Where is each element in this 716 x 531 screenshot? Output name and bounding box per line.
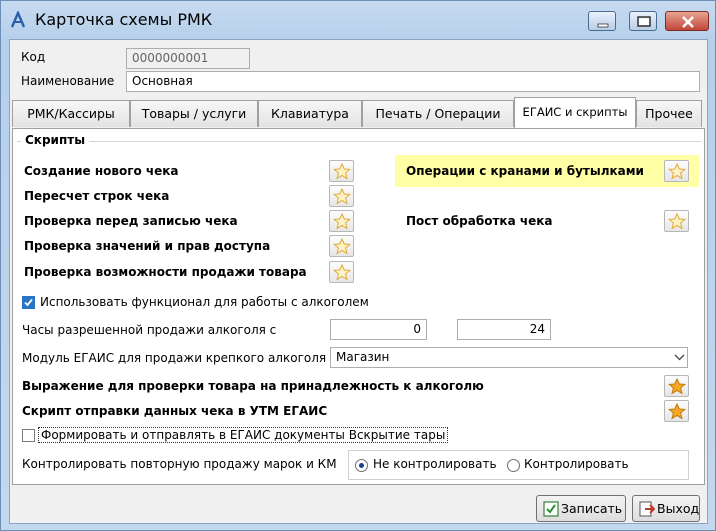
name-field[interactable]: Основная (126, 71, 700, 92)
script-label-recalc-rows: Пересчет строк чека (24, 189, 170, 203)
tab-egais-scripts[interactable]: ЕГАИС и скрипты (514, 97, 636, 128)
maximize-button[interactable] (629, 11, 657, 31)
radio-no-control-label: Не контролировать (373, 457, 497, 471)
alcohol-expression-button[interactable] (664, 375, 689, 397)
star-icon (333, 188, 351, 205)
use-alcohol-label: Использовать функционал для работы с алк… (40, 295, 369, 309)
control-resale-label: Контролировать повторную продажу марок и… (22, 457, 337, 471)
form-body: Код 0000000001 Наименование Основная РМК… (9, 39, 708, 524)
star-icon (333, 213, 351, 230)
star-icon (333, 238, 351, 255)
tab-goods-services[interactable]: Товары / услуги (130, 100, 258, 127)
tab-keyboard[interactable]: Клавиатура (258, 100, 362, 127)
radio-selected-dot (359, 463, 364, 468)
minimize-button[interactable] (588, 11, 616, 31)
code-field[interactable]: 0000000001 (126, 48, 250, 69)
tab-print-operations[interactable]: Печать / Операции (362, 100, 514, 127)
script-post-processing-button[interactable] (664, 210, 689, 232)
script-label-sale-possibility: Проверка возможности продажи товара (24, 265, 307, 279)
utm-script-button[interactable] (664, 400, 689, 422)
alcohol-hours-to-field[interactable]: 24 (457, 319, 551, 340)
star-icon (333, 264, 351, 281)
scripts-group-title: Скрипты (21, 133, 90, 147)
script-check-access-button[interactable] (329, 235, 354, 257)
use-alcohol-checkbox[interactable] (22, 296, 35, 309)
script-recalc-rows-button[interactable] (329, 185, 354, 207)
exit-button[interactable]: Выход (632, 495, 700, 522)
star-icon (668, 403, 686, 420)
script-label-taps-bottles: Операции с кранами и бутылками (406, 164, 644, 178)
egais-module-label: Модуль ЕГАИС для продажи крепкого алкого… (22, 351, 327, 365)
exit-icon (639, 501, 655, 517)
save-button[interactable]: Записать (536, 495, 626, 522)
close-button[interactable] (665, 11, 709, 31)
script-label-check-access: Проверка значений и прав доступа (24, 239, 271, 253)
save-button-label: Записать (561, 501, 623, 516)
close-icon (682, 16, 694, 28)
tab-bar: РМК/Кассиры Товары / услуги Клавиатура П… (12, 97, 706, 128)
radio-no-control[interactable] (355, 459, 368, 472)
alcohol-expression-label: Выражение для проверки товара на принадл… (22, 379, 484, 393)
script-sale-possibility-button[interactable] (329, 261, 354, 283)
star-icon (668, 378, 686, 395)
egais-module-value: Магазин (336, 350, 390, 364)
maximize-icon (637, 16, 651, 27)
group-divider (17, 141, 701, 142)
script-label-post-processing: Пост обработка чека (406, 214, 553, 228)
star-icon (668, 213, 686, 230)
alcohol-hours-from-field[interactable]: 0 (330, 319, 427, 340)
script-before-save-button[interactable] (329, 210, 354, 232)
code-label: Код (21, 50, 46, 64)
save-icon (543, 501, 559, 517)
checkmark-icon (24, 298, 33, 307)
container-opening-checkbox[interactable] (22, 429, 35, 442)
minimize-icon (597, 23, 609, 28)
egais-module-select[interactable]: Магазин (330, 347, 688, 368)
container-opening-label: Формировать и отправлять в ЕГАИС докумен… (38, 427, 449, 443)
star-icon (333, 163, 351, 180)
window-title: Карточка схемы РМК (35, 10, 213, 29)
tab-rmk-cashiers[interactable]: РМК/Кассиры (12, 100, 130, 127)
control-resale-radio-group: Не контролировать Контролировать (348, 450, 689, 480)
tab-other[interactable]: Прочее (636, 100, 702, 127)
window: Карточка схемы РМК Код 0000000001 Наимен… (0, 0, 716, 531)
dropdown-button[interactable] (670, 348, 687, 367)
exit-button-label: Выход (657, 501, 700, 516)
script-taps-bottles-button[interactable] (664, 160, 689, 182)
radio-control-label: Контролировать (524, 457, 629, 471)
chevron-down-icon (674, 354, 685, 361)
title-bar[interactable]: Карточка схемы РМК (1, 1, 715, 39)
star-icon (668, 163, 686, 180)
script-label-before-save: Проверка перед записью чека (24, 214, 238, 228)
name-label: Наименование (21, 74, 115, 88)
script-new-check-button[interactable] (329, 160, 354, 182)
script-label-new-check: Создание нового чека (24, 164, 179, 178)
app-logo-icon (10, 11, 26, 28)
alcohol-hours-label: Часы разрешенной продажи алкоголя с (22, 323, 277, 337)
tab-panel-egais-scripts: Скрипты Создание нового чека Пересчет ст… (12, 128, 705, 485)
utm-script-label: Скрипт отправки данных чека в УТМ ЕГАИС (22, 404, 328, 418)
radio-control[interactable] (507, 459, 520, 472)
